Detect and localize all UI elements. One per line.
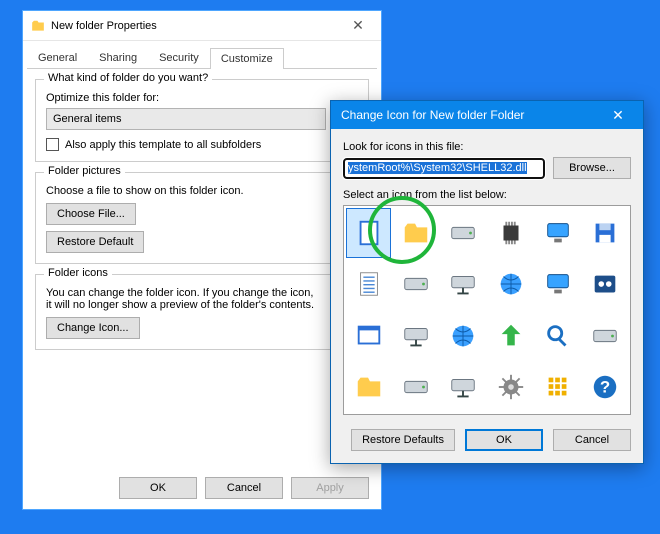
icon-option-drive[interactable] (393, 363, 438, 413)
icon-option-green-arrow[interactable] (488, 311, 533, 361)
icon-option-text-doc[interactable] (346, 260, 391, 310)
icon-option-hard-drive[interactable] (393, 260, 438, 310)
group-legend: Folder icons (44, 267, 112, 279)
icon-option-disk-drive[interactable] (441, 208, 486, 258)
restore-default-button[interactable]: Restore Default (46, 231, 144, 253)
icon-path-input[interactable] (343, 158, 545, 179)
optimize-select[interactable]: General items (46, 108, 326, 130)
change-icon-label: You can change the folder icon. If you c… (46, 287, 318, 311)
group-folder-kind: What kind of folder do you want? Optimiz… (35, 79, 369, 162)
icon-option-media-drive[interactable] (583, 311, 628, 361)
tab-sharing[interactable]: Sharing (88, 47, 148, 68)
group-folder-icons: Folder icons You can change the folder i… (35, 274, 369, 350)
select-icon-label: Select an icon from the list below: (343, 189, 631, 201)
dialog-title: Change Icon for New folder Folder (341, 108, 603, 122)
icon-option-window[interactable] (346, 311, 391, 361)
close-icon[interactable]: ✕ (603, 107, 633, 124)
icon-option-globe[interactable] (488, 260, 533, 310)
properties-title: New folder Properties (51, 20, 343, 32)
icon-option-monitor[interactable] (535, 208, 580, 258)
tab-security[interactable]: Security (148, 47, 210, 68)
checkbox-icon (46, 138, 59, 151)
svg-text:?: ? (600, 378, 610, 397)
optimize-label: Optimize this folder for: (46, 92, 358, 104)
icon-option-help[interactable]: ? (583, 363, 628, 413)
ok-button[interactable]: OK (465, 429, 543, 451)
icon-option-folder-open[interactable] (346, 363, 391, 413)
ok-button[interactable]: OK (119, 477, 197, 499)
close-icon[interactable]: ✕ (343, 17, 373, 34)
tab-customize[interactable]: Customize (210, 48, 284, 69)
tabs: General Sharing Security Customize (27, 47, 377, 69)
browse-button[interactable]: Browse... (553, 157, 631, 179)
icon-option-net-globe[interactable] (441, 311, 486, 361)
icon-option-chip[interactable] (488, 208, 533, 258)
cancel-button[interactable]: Cancel (205, 477, 283, 499)
restore-defaults-button[interactable]: Restore Defaults (351, 429, 455, 451)
tab-general[interactable]: General (27, 47, 88, 68)
icon-option-magnifier[interactable] (535, 311, 580, 361)
properties-titlebar[interactable]: New folder Properties ✕ (23, 11, 381, 41)
icon-option-net-folder[interactable] (393, 311, 438, 361)
icon-option-net-computer[interactable] (441, 363, 486, 413)
icon-option-display-net[interactable] (535, 260, 580, 310)
group-legend: Folder pictures (44, 165, 125, 177)
choose-file-button[interactable]: Choose File... (46, 203, 136, 225)
choose-file-label: Choose a file to show on this folder ico… (46, 185, 358, 197)
look-for-label: Look for icons in this file: (343, 141, 631, 153)
change-icon-dialog: Change Icon for New folder Folder ✕ Look… (330, 100, 644, 464)
properties-footer: OK Cancel Apply (119, 477, 369, 499)
icon-option-gear[interactable] (488, 363, 533, 413)
icon-option-grid[interactable] (535, 363, 580, 413)
apply-subfolders-checkbox[interactable]: Also apply this template to all subfolde… (46, 138, 358, 151)
dialog-footer: Restore Defaults OK Cancel (343, 429, 631, 451)
properties-window: New folder Properties ✕ General Sharing … (22, 10, 382, 510)
icon-option-floppy[interactable] (583, 208, 628, 258)
folder-icon (31, 19, 45, 33)
dialog-titlebar[interactable]: Change Icon for New folder Folder ✕ (331, 101, 643, 129)
apply-button[interactable]: Apply (291, 477, 369, 499)
icon-list[interactable]: ? (343, 205, 631, 415)
icon-option-net-drive[interactable] (441, 260, 486, 310)
icon-option-blank-doc[interactable] (346, 208, 391, 258)
cancel-button[interactable]: Cancel (553, 429, 631, 451)
change-icon-button[interactable]: Change Icon... (46, 317, 140, 339)
group-legend: What kind of folder do you want? (44, 72, 212, 84)
icon-option-control-panel[interactable] (583, 260, 628, 310)
icon-option-folder[interactable] (393, 208, 438, 258)
group-folder-pictures: Folder pictures Choose a file to show on… (35, 172, 369, 264)
